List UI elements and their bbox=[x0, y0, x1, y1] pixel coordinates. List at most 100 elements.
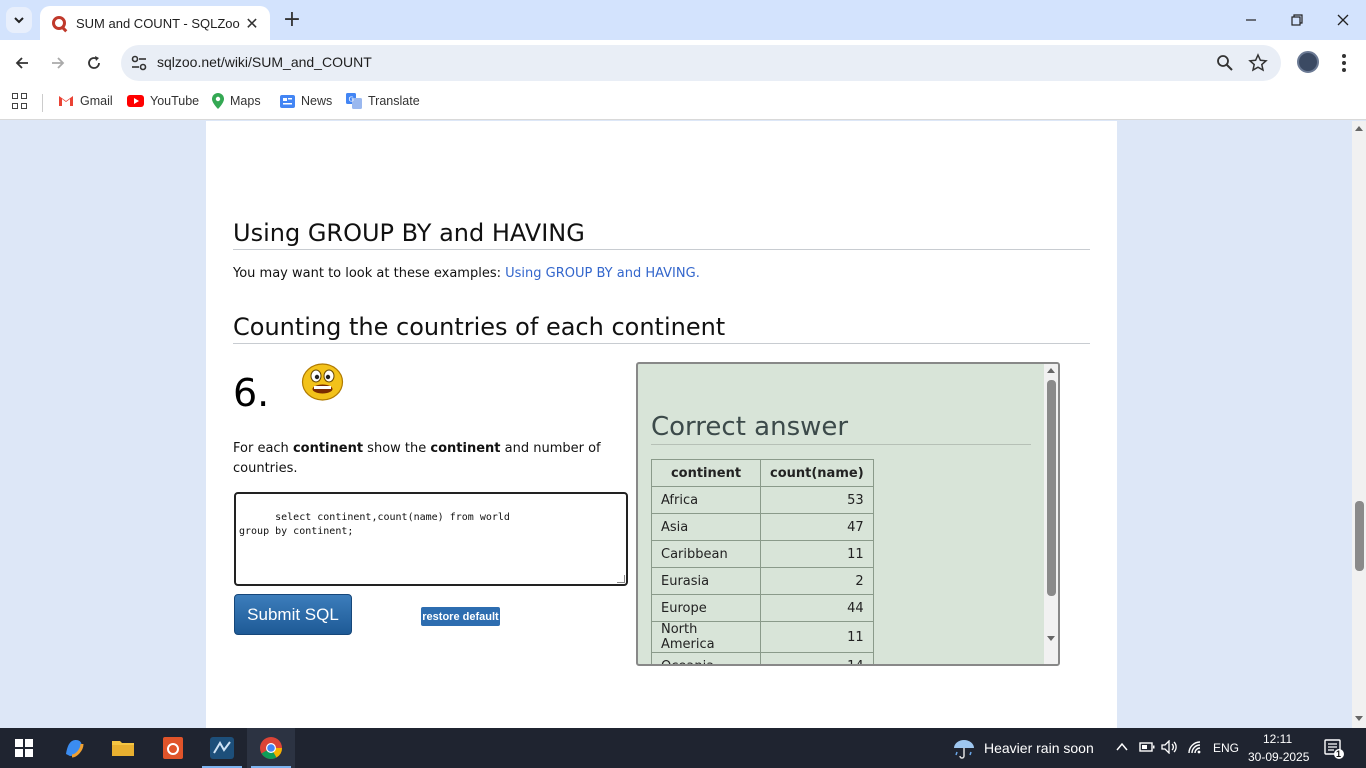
question-text-part: For each bbox=[233, 441, 293, 456]
table-cell: 53 bbox=[760, 486, 874, 514]
arrow-right-icon bbox=[52, 57, 65, 69]
mysql-workbench-button[interactable] bbox=[198, 728, 246, 768]
svg-text:G: G bbox=[349, 96, 354, 104]
minimize-button[interactable] bbox=[1228, 0, 1274, 40]
scroll-down-icon[interactable] bbox=[1047, 636, 1055, 641]
reload-icon bbox=[88, 56, 100, 69]
restore-default-button[interactable]: restore default bbox=[421, 607, 500, 626]
clock-time[interactable]: 12:11 bbox=[1263, 732, 1292, 746]
minimize-icon bbox=[1246, 19, 1256, 21]
table-cell: 2 bbox=[760, 567, 874, 595]
correct-answer-panel: Correct answer continent count(name) Afr… bbox=[636, 362, 1060, 666]
copilot-button[interactable] bbox=[50, 728, 98, 768]
zoom-icon[interactable] bbox=[1215, 53, 1235, 73]
copilot-icon bbox=[66, 740, 84, 758]
restore-window-button[interactable] bbox=[1274, 0, 1320, 40]
wifi-icon[interactable] bbox=[1187, 740, 1203, 754]
taskbar: Heavier rain soon ENG 12:11 30-09-2025 1 bbox=[0, 728, 1366, 768]
table-cell: Oceania bbox=[651, 652, 761, 664]
site-info-icon[interactable] bbox=[129, 53, 149, 73]
bookmark-youtube[interactable]: YouTube bbox=[127, 92, 199, 110]
scroll-up-icon[interactable] bbox=[1047, 368, 1055, 373]
table-row: Asia 47 bbox=[651, 513, 874, 541]
sqlzoo-favicon-icon bbox=[52, 16, 66, 30]
arrow-left-icon bbox=[15, 57, 28, 69]
weather-text[interactable]: Heavier rain soon bbox=[984, 740, 1094, 756]
section-heading-counting: Counting the countries of each continent bbox=[233, 313, 1090, 344]
table-cell: 11 bbox=[760, 621, 874, 653]
examples-paragraph: You may want to look at these examples: … bbox=[233, 266, 700, 281]
weather-rain-icon[interactable] bbox=[952, 736, 976, 760]
submit-sql-button[interactable]: Submit SQL bbox=[234, 594, 352, 635]
battery-icon[interactable] bbox=[1139, 741, 1155, 753]
page-scrollbar[interactable] bbox=[1352, 121, 1366, 728]
url-text[interactable]: sqlzoo.net/wiki/SUM_and_COUNT bbox=[157, 54, 372, 70]
answer-table-header: continent count(name) bbox=[651, 459, 874, 487]
answer-scroll-thumb[interactable] bbox=[1047, 380, 1056, 596]
translate-icon: G bbox=[346, 93, 362, 109]
column-header: count(name) bbox=[760, 459, 874, 487]
table-cell: Asia bbox=[651, 513, 761, 541]
answer-scrollbar[interactable] bbox=[1044, 364, 1058, 664]
tab-title: SUM and COUNT - SQLZoo bbox=[76, 15, 240, 31]
address-bar[interactable]: sqlzoo.net/wiki/SUM_and_COUNT bbox=[121, 45, 1281, 81]
bookmark-maps[interactable]: Maps bbox=[212, 92, 261, 110]
back-button[interactable] bbox=[8, 49, 36, 77]
examples-text: You may want to look at these examples: bbox=[233, 266, 506, 281]
restore-window-icon bbox=[1291, 14, 1303, 26]
browser-tab[interactable]: SUM and COUNT - SQLZoo ✕ bbox=[40, 6, 270, 40]
table-cell: 11 bbox=[760, 540, 874, 568]
forward-button[interactable] bbox=[44, 49, 72, 77]
table-cell: 47 bbox=[760, 513, 874, 541]
smiley-icon bbox=[301, 363, 344, 401]
reload-button[interactable] bbox=[80, 49, 108, 77]
chrome-taskbar-button[interactable] bbox=[247, 728, 295, 768]
close-window-button[interactable] bbox=[1320, 0, 1366, 40]
start-button[interactable] bbox=[0, 728, 48, 768]
page-viewport: Using GROUP BY and HAVING You may want t… bbox=[0, 121, 1352, 728]
sql-editor[interactable]: select continent,count(name) from world … bbox=[234, 492, 628, 586]
bookmark-gmail[interactable]: Gmail bbox=[58, 92, 113, 110]
chevron-down-icon bbox=[14, 17, 24, 24]
scroll-down-icon[interactable] bbox=[1355, 716, 1363, 721]
bookmark-label: YouTube bbox=[150, 94, 200, 108]
bookmarks-bar: Gmail YouTube Maps News G Translate bbox=[0, 86, 1366, 120]
bookmark-label: Gmail bbox=[80, 94, 113, 108]
tab-search-button[interactable] bbox=[6, 7, 32, 33]
chevron-up-icon[interactable] bbox=[1116, 742, 1128, 752]
close-icon bbox=[1337, 14, 1349, 26]
browser-toolbar: sqlzoo.net/wiki/SUM_and_COUNT bbox=[0, 40, 1366, 86]
notification-count: 1 bbox=[1336, 749, 1342, 759]
table-row: Oceania 14 bbox=[651, 652, 874, 664]
volume-icon[interactable] bbox=[1161, 740, 1179, 754]
new-tab-button[interactable]: + bbox=[280, 6, 304, 34]
bookmark-translate[interactable]: G Translate bbox=[346, 92, 420, 110]
language-indicator[interactable]: ENG bbox=[1213, 741, 1239, 755]
clock-date[interactable]: 30-09-2025 bbox=[1248, 750, 1309, 764]
apps-grid-icon[interactable] bbox=[12, 93, 28, 109]
file-explorer-button[interactable] bbox=[99, 728, 147, 768]
youtube-icon bbox=[127, 95, 144, 107]
question-number: 6. bbox=[233, 371, 270, 415]
news-icon bbox=[280, 94, 295, 108]
bookmark-star-icon[interactable] bbox=[1248, 53, 1268, 73]
folder-icon bbox=[112, 741, 134, 756]
group-by-examples-link[interactable]: Using GROUP BY and HAVING. bbox=[505, 266, 700, 281]
bookmark-label: Translate bbox=[368, 94, 420, 108]
scroll-up-icon[interactable] bbox=[1355, 126, 1363, 131]
bookmarks-divider bbox=[42, 94, 43, 112]
maps-icon bbox=[212, 93, 224, 109]
profile-avatar[interactable] bbox=[1297, 51, 1319, 73]
close-tab-button[interactable]: ✕ bbox=[244, 14, 260, 33]
bookmark-news[interactable]: News bbox=[280, 92, 332, 110]
page-scroll-thumb[interactable] bbox=[1355, 501, 1364, 571]
app-button[interactable] bbox=[149, 728, 197, 768]
browser-menu-button[interactable] bbox=[1334, 52, 1354, 74]
table-row: Europe 44 bbox=[651, 594, 874, 622]
gmail-icon bbox=[58, 95, 74, 107]
sql-editor-text[interactable]: select continent,count(name) from world … bbox=[239, 512, 510, 537]
question-keyword: continent bbox=[430, 441, 501, 456]
resize-grip-icon[interactable] bbox=[617, 575, 625, 583]
chrome-icon bbox=[260, 737, 282, 759]
correct-answer-title: Correct answer bbox=[651, 412, 1031, 445]
